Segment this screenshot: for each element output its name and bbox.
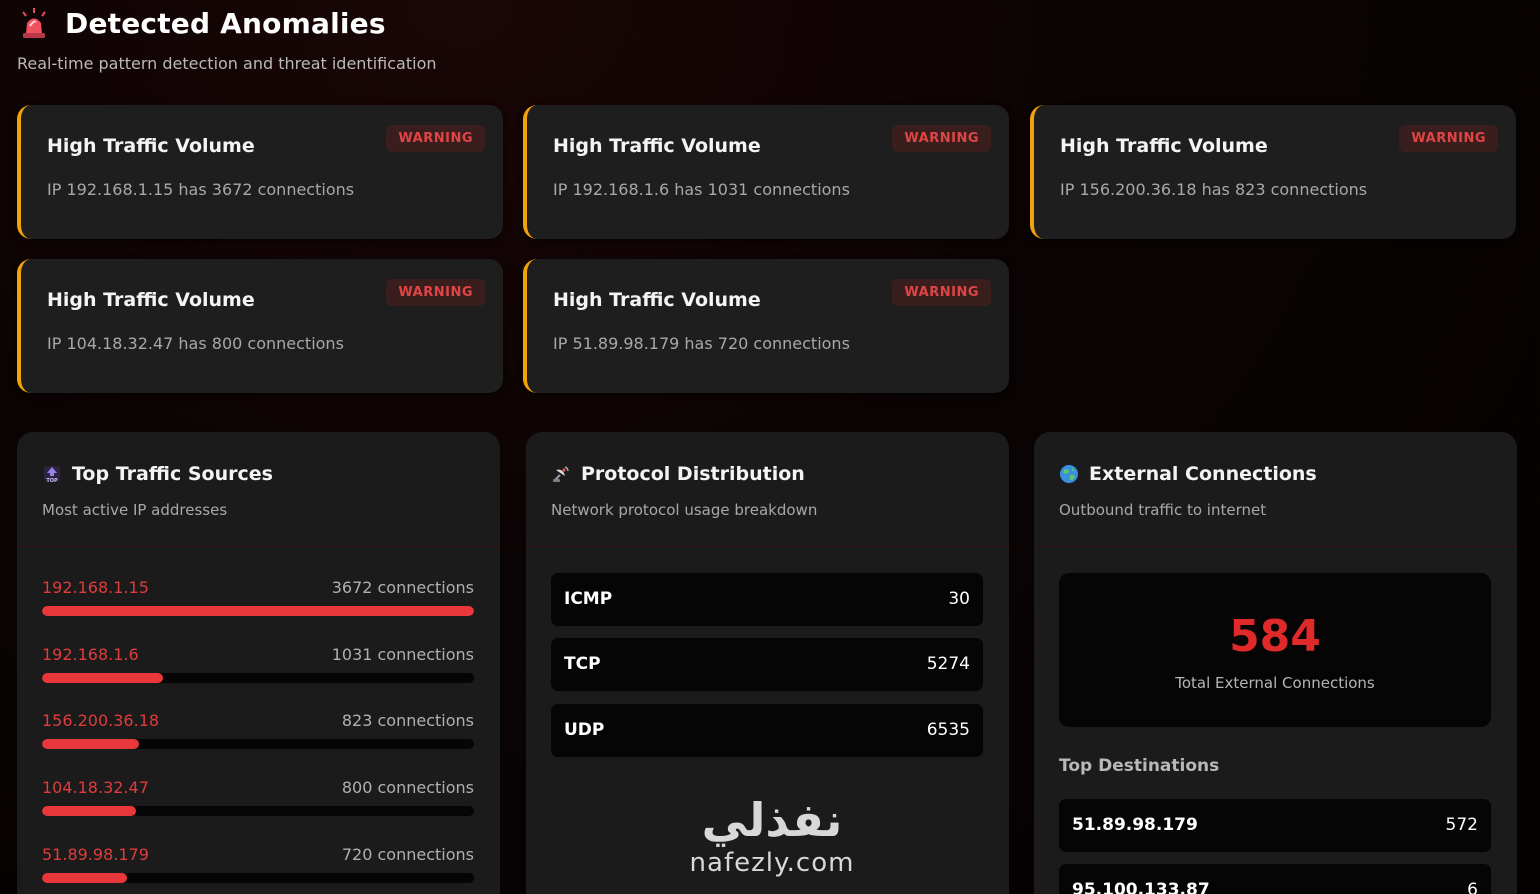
anomaly-title: High Traffic Volume [47,135,255,157]
source-count: 720 connections [341,845,474,864]
protocol-name: ICMP [564,589,613,609]
anomaly-title: High Traffic Volume [1060,135,1268,157]
panel-title: Protocol Distribution [551,463,805,485]
source-bar [42,806,474,816]
panel-header: TOP Top Traffic Sources Most active IP a… [17,432,500,547]
protocol-subtitle: Network protocol usage breakdown [551,501,818,519]
source-bar-fill [42,873,127,883]
destination-count: 6 [1467,880,1478,894]
source-bar-fill [42,606,474,616]
warning-badge: WARNING [892,125,991,152]
protocol-name: UDP [564,720,605,740]
external-total-count: 584 [1229,611,1321,662]
svg-text:TOP: TOP [46,478,58,484]
top-sources-title: Top Traffic Sources [72,463,273,485]
top-destinations-heading: Top Destinations [1059,756,1220,776]
anomaly-card[interactable]: High Traffic Volume WARNING IP 104.18.32… [17,259,503,393]
source-count: 800 connections [341,778,474,797]
source-count: 823 connections [341,711,474,730]
source-bar-fill [42,739,139,749]
external-title: External Connections [1089,463,1317,485]
anomaly-description: IP 51.89.98.179 has 720 connections [553,334,850,353]
panel-header: Protocol Distribution Network protocol u… [526,432,1009,547]
protocol-row[interactable]: TCP 5274 [551,638,983,691]
anomaly-title: High Traffic Volume [47,289,255,311]
protocol-title: Protocol Distribution [581,463,805,485]
anomaly-description: IP 156.200.36.18 has 823 connections [1060,180,1368,199]
warning-badge: WARNING [1399,125,1498,152]
page-subtitle: Real-time pattern detection and threat i… [17,54,437,73]
source-bar [42,673,474,683]
source-bar-fill [42,673,163,683]
anomaly-description: IP 192.168.1.6 has 1031 connections [553,180,850,199]
anomaly-card[interactable]: High Traffic Volume WARNING IP 192.168.1… [523,105,1009,239]
source-ip: 156.200.36.18 [42,711,160,730]
satellite-icon [551,464,571,484]
external-total-box: 584 Total External Connections [1059,573,1491,727]
anomaly-title: High Traffic Volume [553,135,761,157]
page-title: Detected Anomalies [65,6,386,40]
source-ip: 51.89.98.179 [42,845,149,864]
source-bar [42,606,474,616]
destination-ip: 51.89.98.179 [1072,815,1198,835]
anomaly-description: IP 104.18.32.47 has 800 connections [47,334,344,353]
anomaly-title: High Traffic Volume [553,289,761,311]
source-ip: 104.18.32.47 [42,778,149,797]
top-sources-subtitle: Most active IP addresses [42,501,228,519]
protocol-count: 5274 [926,654,970,674]
panel-header: External Connections Outbound traffic to… [1034,432,1517,547]
destination-row[interactable]: 51.89.98.179 572 [1059,799,1491,852]
destination-count: 572 [1445,815,1478,835]
source-count: 3672 connections [331,578,474,597]
source-bar [42,873,474,883]
anomaly-card[interactable]: High Traffic Volume WARNING IP 51.89.98.… [523,259,1009,393]
destination-row[interactable]: 95.100.133.87 6 [1059,864,1491,894]
anomaly-card[interactable]: High Traffic Volume WARNING IP 192.168.1… [17,105,503,239]
watermark-url: nafezly.com [689,848,855,878]
warning-badge: WARNING [386,125,485,152]
source-ip: 192.168.1.6 [42,645,139,664]
panel-title: External Connections [1059,463,1317,485]
destination-ip: 95.100.133.87 [1072,880,1210,894]
source-count: 1031 connections [331,645,474,664]
top-sources-panel: TOP Top Traffic Sources Most active IP a… [17,432,500,894]
source-bar-fill [42,806,137,816]
source-ip: 192.168.1.15 [42,578,149,597]
anomaly-card[interactable]: High Traffic Volume WARNING IP 156.200.3… [1030,105,1516,239]
page-header: Detected Anomalies Real-time pattern det… [17,6,437,74]
protocol-count: 6535 [926,720,970,740]
top-arrow-icon: TOP [42,464,62,484]
external-total-label: Total External Connections [1175,674,1375,692]
warning-badge: WARNING [386,279,485,306]
protocol-row[interactable]: UDP 6535 [551,704,983,757]
protocol-count: 30 [948,589,970,609]
warning-badge: WARNING [892,279,991,306]
source-bar [42,739,474,749]
protocol-row[interactable]: ICMP 30 [551,573,983,626]
watermark-logo: نفذلي nafezly.com [672,792,872,878]
siren-icon [17,6,51,40]
globe-icon [1059,464,1079,484]
watermark-arabic: نفذلي [701,793,843,847]
anomaly-description: IP 192.168.1.15 has 3672 connections [47,180,355,199]
panel-title: TOP Top Traffic Sources [42,463,273,485]
protocol-name: TCP [564,654,601,674]
external-panel: External Connections Outbound traffic to… [1034,432,1517,894]
external-subtitle: Outbound traffic to internet [1059,501,1267,519]
